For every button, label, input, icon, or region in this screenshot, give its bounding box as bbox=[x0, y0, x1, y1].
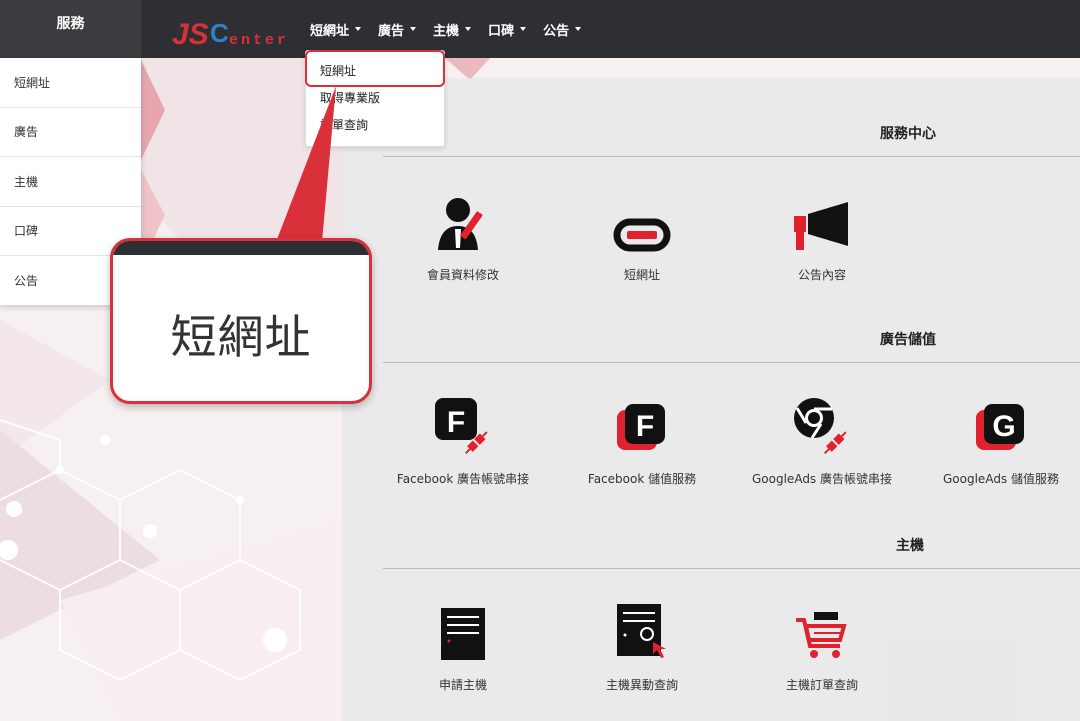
google-ads-plug-icon bbox=[794, 398, 847, 455]
tile-label: 主機異動查詢 bbox=[605, 678, 678, 692]
svg-text:G: G bbox=[992, 410, 1015, 443]
tile-facebook-ad-connect[interactable]: F Facebook 廣告帳號串接 bbox=[378, 394, 548, 487]
link-icon bbox=[613, 218, 671, 252]
tile-label: GoogleAds 儲值服務 bbox=[943, 472, 1059, 486]
section-title-host: 主機 bbox=[896, 538, 924, 554]
svg-text:F: F bbox=[447, 406, 465, 439]
tile-label: 申請主機 bbox=[438, 678, 487, 692]
cart-icon bbox=[796, 612, 847, 658]
tile-googleads-topup[interactable]: G GoogleAds 儲值服務 bbox=[916, 394, 1080, 487]
tile-member-edit[interactable]: 會員資料修改 bbox=[378, 190, 548, 283]
server-icon bbox=[441, 608, 485, 660]
user-edit-icon bbox=[438, 198, 483, 250]
megaphone-icon bbox=[794, 202, 848, 250]
section-divider bbox=[383, 156, 1080, 157]
tile-host-order-query[interactable]: 主機訂單查詢 bbox=[737, 600, 907, 693]
tile-label: 公告內容 bbox=[797, 268, 846, 282]
tile-facebook-topup[interactable]: F Facebook 儲值服務 bbox=[557, 394, 727, 487]
tile-short-url[interactable]: 短網址 bbox=[557, 190, 727, 283]
facebook-icon: F bbox=[617, 404, 665, 450]
section-title-ad-topup: 廣告儲值 bbox=[880, 332, 936, 348]
tile-label: 短網址 bbox=[623, 268, 660, 282]
svg-text:F: F bbox=[636, 410, 654, 443]
tile-announcement[interactable]: 公告內容 bbox=[737, 190, 907, 283]
google-icon: G bbox=[976, 404, 1024, 450]
section-title-service-center: 服務中心 bbox=[880, 126, 936, 142]
tile-label: GoogleAds 廣告帳號串接 bbox=[752, 472, 892, 486]
tile-googleads-connect[interactable]: GoogleAds 廣告帳號串接 bbox=[737, 394, 907, 487]
section-divider bbox=[383, 362, 1080, 363]
tile-label: 主機訂單查詢 bbox=[785, 678, 858, 692]
tile-apply-host[interactable]: 申請主機 bbox=[378, 600, 548, 693]
tile-label: 會員資料修改 bbox=[426, 268, 499, 282]
zoom-callout: 短網址 bbox=[110, 238, 372, 404]
tile-host-change-query[interactable]: 主機異動查詢 bbox=[557, 600, 727, 693]
tile-label: Facebook 儲值服務 bbox=[587, 472, 697, 486]
section-divider bbox=[383, 568, 1080, 569]
callout-text: 短網址 bbox=[170, 310, 312, 364]
server-refresh-icon bbox=[617, 604, 666, 658]
facebook-plug-icon: F bbox=[435, 398, 488, 455]
tile-label: Facebook 廣告帳號串接 bbox=[396, 472, 530, 486]
callout-bar bbox=[113, 241, 369, 255]
